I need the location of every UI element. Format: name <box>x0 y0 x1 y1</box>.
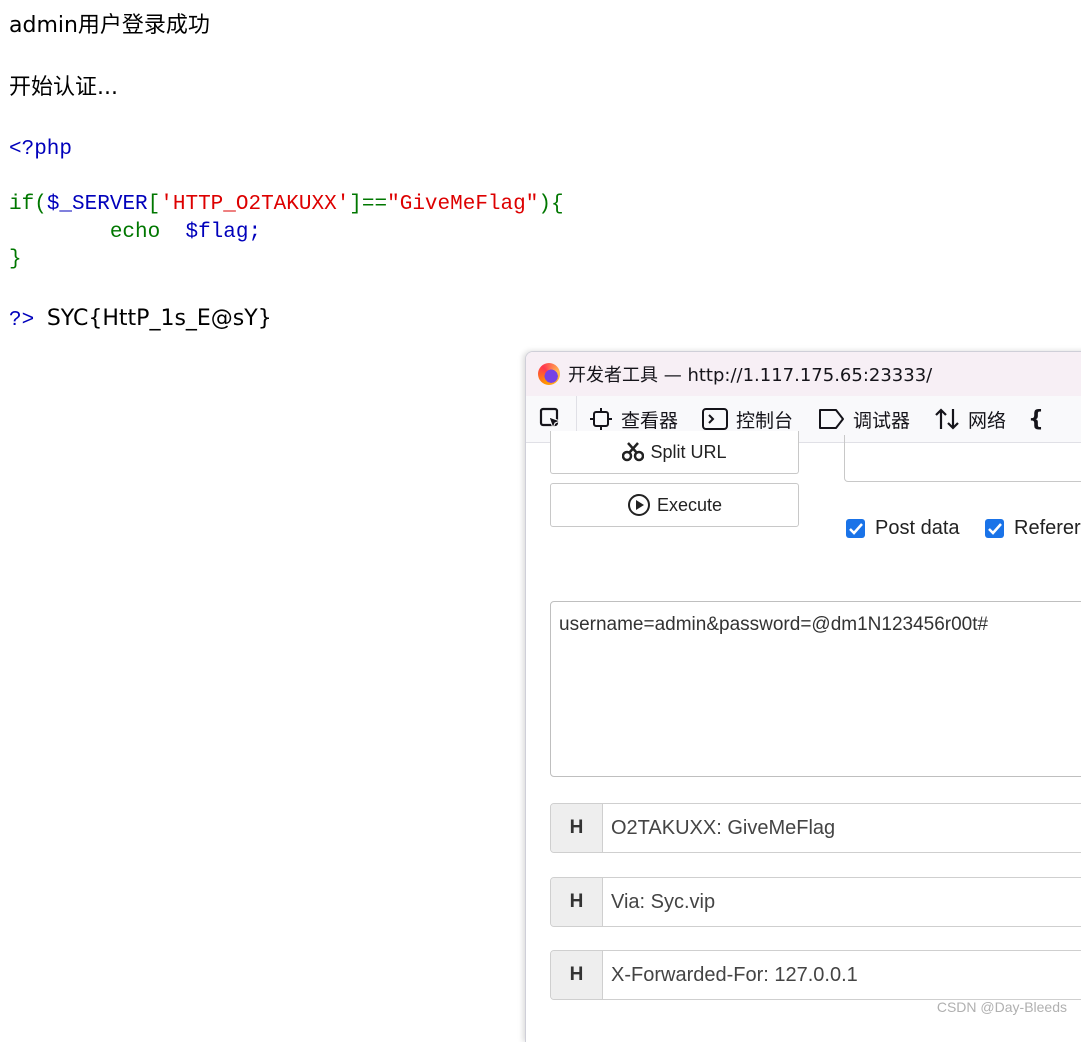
tab-network-label: 网络 <box>968 409 1007 432</box>
execute-button[interactable]: Execute <box>550 483 799 527</box>
php-open-tag: <?php <box>9 138 73 161</box>
checkbox-checked-icon <box>846 519 865 538</box>
auth-start-text: 开始认证... <box>9 75 118 100</box>
watermark: CSDN @Day-Bleeds <box>936 999 1067 1015</box>
scissors-icon <box>622 442 645 462</box>
tab-console-label: 控制台 <box>736 409 794 432</box>
firefox-logo-icon <box>538 363 560 385</box>
inspector-icon <box>590 408 612 430</box>
devtools-window: 开发者工具 — http://1.117.175.65:23333/ 查看器 控… <box>525 351 1081 1042</box>
referer-label: Referer <box>1014 517 1081 539</box>
tab-inspector-label: 查看器 <box>621 409 679 432</box>
flag-var: $flag; <box>185 221 262 244</box>
console-icon <box>702 408 729 430</box>
devtools-title: 开发者工具 — http://1.117.175.65:23333/ <box>568 365 933 386</box>
referer-checkbox[interactable]: Referer <box>985 517 1081 540</box>
if-keyword: if <box>9 193 35 216</box>
post-data-textarea[interactable]: username=admin&password=@dm1N123456r00t# <box>550 601 1081 777</box>
split-url-label: Split URL <box>650 441 727 462</box>
flag-output: SYC{HttP_1s_E@sY} <box>46 306 272 331</box>
url-textarea[interactable] <box>844 435 1081 482</box>
server-var: $_SERVER <box>46 193 148 216</box>
tab-style-editor[interactable]: { <box>1018 407 1044 432</box>
hackbar-panel: Split URL Execute Post data Referer user… <box>526 431 1081 1042</box>
debugger-icon <box>819 409 845 429</box>
php-close-line: ?> SYC{HttP_1s_E@sY} <box>9 305 272 335</box>
post-data-label: Post data <box>875 517 960 539</box>
header-input[interactable]: O2TAKUXX: GiveMeFlag <box>603 804 1081 852</box>
post-data-checkbox[interactable]: Post data <box>846 517 960 540</box>
split-url-button[interactable]: Split URL <box>550 431 799 474</box>
execute-label: Execute <box>656 494 723 515</box>
header-row: H Via: Syc.vip <box>550 877 1081 927</box>
echo-keyword: echo <box>109 221 161 244</box>
header-input[interactable]: Via: Syc.vip <box>603 878 1081 926</box>
devtools-titlebar[interactable]: 开发者工具 — http://1.117.175.65:23333/ <box>526 352 1081 396</box>
header-toggle-button[interactable]: H <box>551 804 603 852</box>
tab-debugger-label: 调试器 <box>853 409 911 432</box>
header-row: H O2TAKUXX: GiveMeFlag <box>550 803 1081 853</box>
header-row: H X-Forwarded-For: 127.0.0.1 <box>550 950 1081 1000</box>
header-toggle-button[interactable]: H <box>551 951 603 999</box>
header-input[interactable]: X-Forwarded-For: 127.0.0.1 <box>603 951 1081 999</box>
checkbox-checked-icon <box>985 519 1004 538</box>
php-close-tag: ?> <box>9 309 35 332</box>
php-echo-line: echo $flag; <box>9 219 261 247</box>
picker-icon <box>539 407 562 430</box>
header-key: 'HTTP_O2TAKUXX' <box>160 193 350 216</box>
login-success-text: admin用户登录成功 <box>9 13 210 38</box>
php-if-line: if($_SERVER['HTTP_O2TAKUXX']=="GiveMeFla… <box>9 193 564 216</box>
network-icon <box>935 408 959 430</box>
header-value: "GiveMeFlag" <box>387 193 539 216</box>
play-icon <box>627 494 650 516</box>
header-toggle-button[interactable]: H <box>551 878 603 926</box>
php-close-brace: } <box>9 248 22 271</box>
